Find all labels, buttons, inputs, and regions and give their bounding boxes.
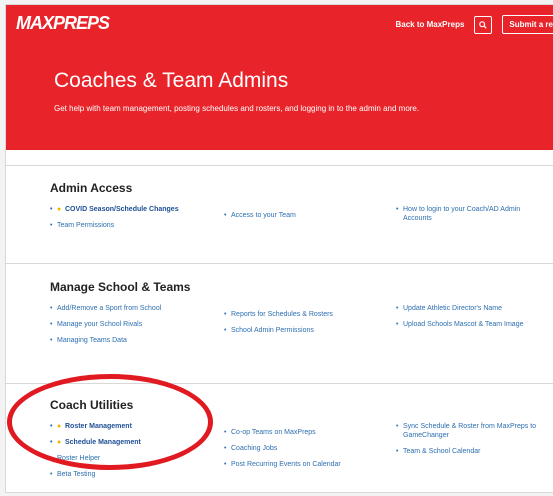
list-item[interactable]: • Add/Remove a Sport from School <box>50 304 215 313</box>
section-title: Coach Utilities <box>50 398 134 412</box>
bullet-icon: • <box>50 321 53 328</box>
list-item[interactable]: • Team & School Calendar <box>396 447 551 456</box>
list-item[interactable]: • How to login to your Coach/AD Admin Acc… <box>396 205 546 223</box>
column-3: • How to login to your Coach/AD Admin Acc… <box>396 205 546 230</box>
bullet-icon: • <box>50 222 53 229</box>
column-1: • Add/Remove a Sport from School • Manage … <box>50 304 215 352</box>
page-subtitle: Get help with team management, posting s… <box>54 104 420 113</box>
list-item[interactable]: • Update Athletic Director's Name <box>396 304 551 313</box>
list-item[interactable]: • Post Recurring Events on Calendar <box>224 460 389 469</box>
section-title: Manage School & Teams <box>50 280 191 294</box>
bullet-icon: • <box>50 439 53 446</box>
list-item[interactable]: • Coaching Jobs <box>224 444 389 453</box>
bullet-icon: • <box>50 423 53 430</box>
list-item[interactable]: • Reports for Schedules & Rosters <box>224 310 384 319</box>
bullet-icon: • <box>396 423 399 430</box>
bullet-icon: • <box>396 206 399 213</box>
list-item[interactable]: • Upload Schools Mascot & Team Image <box>396 320 551 329</box>
column-3: • Sync Schedule & Roster from MaxPreps to… <box>396 422 551 463</box>
section-title: Admin Access <box>50 181 133 195</box>
page-frame: MAXPREPS Back to MaxPreps Submit a re Co… <box>5 4 553 493</box>
list-item[interactable]: • Sync Schedule & Roster from MaxPreps to… <box>396 422 551 440</box>
bullet-icon: • <box>396 305 399 312</box>
bullet-icon: • <box>396 321 399 328</box>
star-icon: ● <box>57 439 62 446</box>
bullet-icon: • <box>224 445 227 452</box>
top-nav: Back to MaxPreps Submit a re <box>396 15 553 34</box>
bullet-icon: • <box>50 337 53 344</box>
list-item[interactable]: • ● Roster Management <box>50 422 215 431</box>
list-item[interactable]: • Access to your Team <box>224 211 374 220</box>
hero-banner: MAXPREPS Back to MaxPreps Submit a re Co… <box>6 5 553 150</box>
list-item[interactable]: • Roster Helper <box>50 454 215 463</box>
bullet-icon: • <box>224 327 227 334</box>
maxpreps-logo[interactable]: MAXPREPS <box>16 13 110 34</box>
bullet-icon: • <box>224 429 227 436</box>
column-2: • Access to your Team <box>224 211 374 227</box>
list-item[interactable]: • ● COVID Season/Schedule Changes <box>50 205 215 214</box>
section-manage-school-teams: Manage School & Teams • Add/Remove a Spor… <box>6 263 553 384</box>
column-1: • ● Roster Management • ● Schedule Managemen… <box>50 422 215 486</box>
list-item[interactable]: • Managing Teams Data <box>50 336 215 345</box>
bullet-icon: • <box>50 455 53 462</box>
list-item[interactable]: • Co-op Teams on MaxPreps <box>224 428 389 437</box>
column-1: • ● COVID Season/Schedule Changes • Team Pe… <box>50 205 215 237</box>
list-item[interactable]: • Team Permissions <box>50 221 215 230</box>
bullet-icon: • <box>224 311 227 318</box>
star-icon: ● <box>57 206 62 213</box>
search-icon <box>479 20 488 29</box>
column-3: • Update Athletic Director's Name • Upload… <box>396 304 551 336</box>
star-icon: ● <box>57 423 62 430</box>
bullet-icon: • <box>50 471 53 478</box>
list-item[interactable]: • ● Schedule Management <box>50 438 215 447</box>
column-2: • Co-op Teams on MaxPreps • Coaching Jobs … <box>224 428 389 476</box>
section-coach-utilities: Coach Utilities • ● Roster Management • ● Sc… <box>6 383 553 492</box>
list-item[interactable]: • Manage your School Rivals <box>50 320 215 329</box>
bullet-icon: • <box>224 212 227 219</box>
bullet-icon: • <box>50 305 53 312</box>
bullet-icon: • <box>50 206 53 213</box>
bullet-icon: • <box>396 448 399 455</box>
submit-request-button[interactable]: Submit a re <box>502 15 553 34</box>
column-2: • Reports for Schedules & Rosters • School… <box>224 310 384 342</box>
bullet-icon: • <box>224 461 227 468</box>
back-to-maxpreps-link[interactable]: Back to MaxPreps <box>396 20 465 29</box>
search-button[interactable] <box>474 15 493 34</box>
list-item[interactable]: • Beta Testing <box>50 470 215 479</box>
section-admin-access: Admin Access • ● COVID Season/Schedule Cha… <box>6 165 553 264</box>
list-item[interactable]: • School Admin Permissions <box>224 326 384 335</box>
page-title: Coaches & Team Admins <box>54 69 289 92</box>
